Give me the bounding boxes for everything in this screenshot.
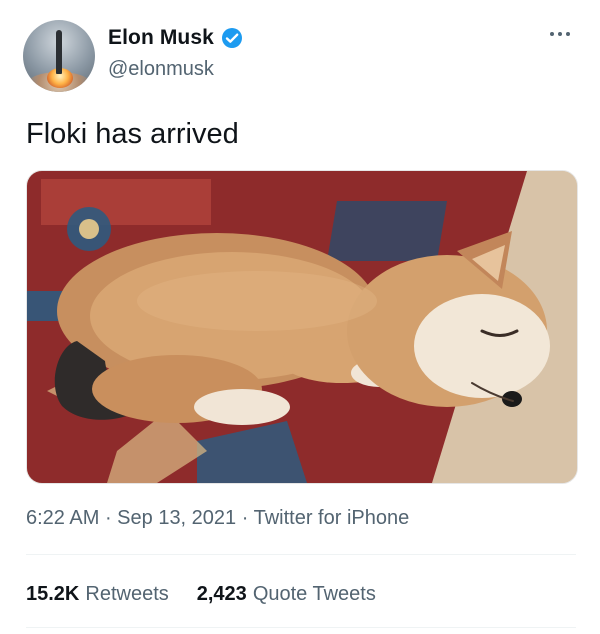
tweet-metadata: 6:22 AM · Sep 13, 2021 · Twitter for iPh…	[26, 507, 409, 530]
meta-separator-1: ·	[104, 507, 118, 529]
tweet-date[interactable]: Sep 13, 2021	[117, 507, 236, 529]
avatar[interactable]	[23, 20, 95, 92]
puppy-illustration	[27, 171, 577, 483]
retweets-stat[interactable]: 15.2K Retweets	[26, 583, 169, 606]
quote-tweets-count: 2,423	[196, 583, 247, 605]
retweets-count: 15.2K	[26, 583, 80, 605]
dot	[566, 32, 570, 36]
dot	[550, 32, 554, 36]
dot	[558, 32, 562, 36]
verified-badge-icon	[221, 28, 242, 48]
author-handle[interactable]: @elonmusk	[108, 58, 214, 81]
tweet-source[interactable]: Twitter for iPhone	[254, 507, 410, 529]
avatar-rocket	[56, 30, 62, 74]
quote-tweets-stat[interactable]: 2,423 Quote Tweets	[197, 583, 376, 606]
tweet-time[interactable]: 6:22 AM	[26, 507, 99, 529]
author-name[interactable]: Elon Musk	[108, 26, 214, 50]
author-name-row: Elon Musk	[108, 26, 244, 50]
meta-separator-2: ·	[241, 507, 254, 529]
more-options-icon[interactable]	[546, 26, 574, 42]
tweet-media-image[interactable]	[26, 170, 578, 484]
quote-tweets-label: Quote Tweets	[252, 583, 376, 605]
tweet-text: Floki has arrived	[26, 118, 239, 150]
tweet-card: Elon Musk @elonmusk Floki has arrived 6:…	[0, 0, 600, 634]
tweet-stats: 15.2K Retweets 2,423 Quote Tweets	[26, 583, 376, 606]
divider-top	[26, 554, 576, 555]
divider-bottom	[26, 627, 576, 628]
retweets-label: Retweets	[85, 583, 169, 605]
